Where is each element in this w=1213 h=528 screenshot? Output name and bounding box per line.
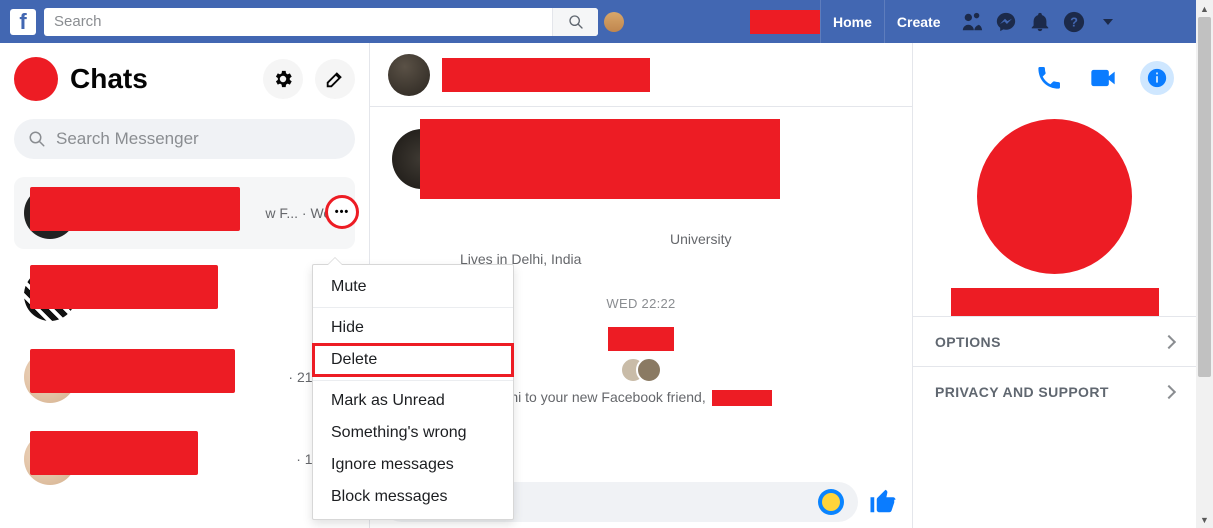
video-icon xyxy=(1089,64,1117,92)
friend-requests-icon[interactable] xyxy=(961,11,983,33)
conversation-more-button[interactable]: ••• xyxy=(325,195,359,229)
scroll-thumb[interactable] xyxy=(1198,17,1211,377)
page-scrollbar[interactable]: ▲ ▼ xyxy=(1196,0,1213,528)
chat-settings-button[interactable] xyxy=(263,59,303,99)
messenger-icon[interactable] xyxy=(995,11,1017,33)
messenger-search-input[interactable] xyxy=(56,129,341,149)
conversation-name-redacted xyxy=(30,187,240,231)
chevron-left-icon xyxy=(1162,334,1176,348)
friend-name-redacted-2 xyxy=(712,390,772,406)
chat-info-button[interactable] xyxy=(1140,61,1174,95)
menu-separator xyxy=(313,307,513,308)
new-message-button[interactable] xyxy=(315,59,355,99)
help-icon[interactable]: ? xyxy=(1063,11,1085,33)
chats-title: Chats xyxy=(70,63,251,95)
voice-call-button[interactable] xyxy=(1032,61,1066,95)
emoji-picker-icon[interactable] xyxy=(818,489,844,515)
account-menu-caret[interactable] xyxy=(1103,19,1113,25)
facebook-top-bar: f Home Create ? xyxy=(0,0,1196,43)
info-icon xyxy=(1146,67,1168,89)
conversation-item[interactable] xyxy=(14,259,355,331)
video-call-button[interactable] xyxy=(1086,61,1120,95)
nav-home[interactable]: Home xyxy=(820,0,884,43)
conversation-name-redacted xyxy=(30,265,218,309)
global-search-input[interactable] xyxy=(44,13,552,30)
topbar-username-redacted[interactable] xyxy=(750,10,820,34)
conversation-item[interactable]: · 1 Jan xyxy=(14,423,355,495)
topbar-avatar[interactable] xyxy=(604,12,624,32)
notifications-icon[interactable] xyxy=(1029,11,1051,33)
menu-ignore-messages[interactable]: Ignore messages xyxy=(313,449,513,481)
section-privacy-label: PRIVACY AND SUPPORT xyxy=(935,384,1109,400)
menu-delete[interactable]: Delete xyxy=(313,344,513,376)
messenger-search[interactable] xyxy=(14,119,355,159)
profile-name-redacted xyxy=(951,288,1159,316)
chat-header xyxy=(370,43,912,107)
info-panel: OPTIONS PRIVACY AND SUPPORT xyxy=(913,43,1196,528)
menu-mute[interactable]: Mute xyxy=(313,271,513,303)
conversation-item[interactable]: w F... · Wed ••• xyxy=(14,177,355,249)
friend-name-redacted xyxy=(608,327,674,351)
send-like-button[interactable] xyxy=(868,486,900,518)
section-privacy-support[interactable]: PRIVACY AND SUPPORT xyxy=(913,366,1196,416)
chevron-left-icon xyxy=(1162,384,1176,398)
menu-mark-unread[interactable]: Mark as Unread xyxy=(313,385,513,417)
intro-education-suffix: University xyxy=(670,231,731,247)
menu-separator xyxy=(313,380,513,381)
chat-header-name-redacted xyxy=(442,58,650,92)
profile-photo-redacted xyxy=(977,119,1132,274)
conversation-item[interactable]: · 21 Jan xyxy=(14,341,355,413)
menu-hide[interactable]: Hide xyxy=(313,312,513,344)
search-icon xyxy=(568,14,584,30)
menu-something-wrong[interactable]: Something's wrong xyxy=(313,417,513,449)
global-search[interactable] xyxy=(44,8,598,36)
scroll-up-button[interactable]: ▲ xyxy=(1196,0,1213,17)
conversation-context-menu: Mute Hide Delete Mark as Unread Somethin… xyxy=(312,264,514,520)
global-search-button[interactable] xyxy=(552,8,598,36)
chat-header-avatar[interactable] xyxy=(388,54,430,96)
thumbs-up-icon xyxy=(868,486,898,516)
compose-icon xyxy=(324,68,346,90)
conversation-name-redacted xyxy=(30,431,198,475)
chat-intro: University Lives in Delhi, India xyxy=(370,107,912,270)
section-options-label: OPTIONS xyxy=(935,334,1001,350)
menu-block-messages[interactable]: Block messages xyxy=(313,481,513,513)
search-icon xyxy=(28,130,46,148)
conversation-name-redacted xyxy=(30,349,235,393)
scroll-down-button[interactable]: ▼ xyxy=(1196,511,1213,528)
section-options[interactable]: OPTIONS xyxy=(913,316,1196,366)
nav-create[interactable]: Create xyxy=(884,0,953,43)
my-avatar-redacted[interactable] xyxy=(14,57,58,101)
svg-text:?: ? xyxy=(1070,14,1078,29)
phone-icon xyxy=(1035,64,1063,92)
gear-icon xyxy=(272,68,294,90)
intro-name-redacted xyxy=(420,119,780,199)
facebook-logo[interactable]: f xyxy=(10,9,36,35)
friend-message-text: hi to your new Facebook friend, xyxy=(510,389,709,405)
friend-avatar-2 xyxy=(636,357,662,383)
